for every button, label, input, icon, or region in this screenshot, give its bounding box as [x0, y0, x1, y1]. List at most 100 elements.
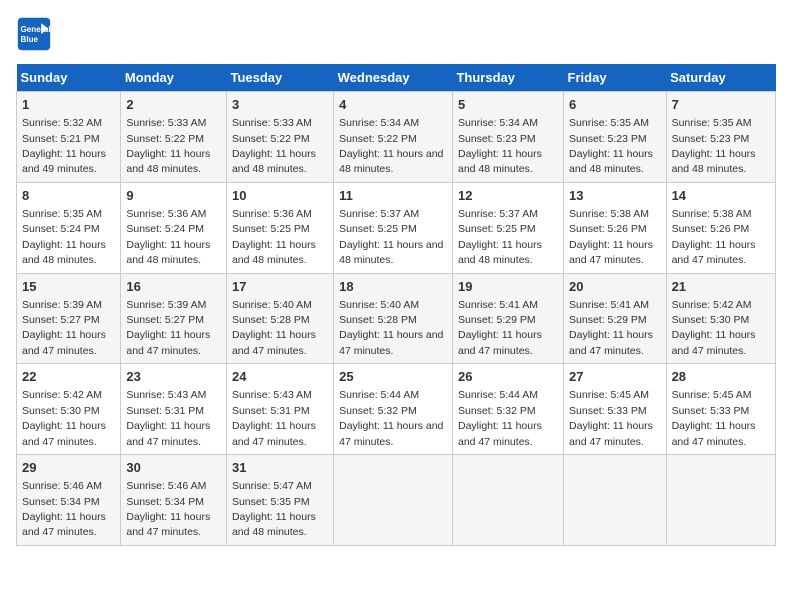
- calendar-cell: 4 Sunrise: 5:34 AM Sunset: 5:22 PM Dayli…: [334, 92, 453, 183]
- sunrise-info: Sunrise: 5:42 AM: [22, 389, 102, 401]
- sunrise-info: Sunrise: 5:39 AM: [126, 299, 206, 311]
- day-number: 16: [126, 278, 221, 296]
- day-number: 23: [126, 368, 221, 386]
- sunrise-info: Sunrise: 5:45 AM: [672, 389, 752, 401]
- calendar-cell: 12 Sunrise: 5:37 AM Sunset: 5:25 PM Dayl…: [452, 182, 563, 273]
- calendar-cell: 8 Sunrise: 5:35 AM Sunset: 5:24 PM Dayli…: [17, 182, 121, 273]
- sunset-info: Sunset: 5:28 PM: [339, 314, 417, 326]
- daylight-info: Daylight: 11 hours and 48 minutes.: [339, 148, 443, 175]
- col-header-tuesday: Tuesday: [226, 64, 333, 92]
- calendar-week-3: 15 Sunrise: 5:39 AM Sunset: 5:27 PM Dayl…: [17, 273, 776, 364]
- day-number: 17: [232, 278, 328, 296]
- sunrise-info: Sunrise: 5:46 AM: [126, 480, 206, 492]
- daylight-info: Daylight: 11 hours and 47 minutes.: [458, 329, 542, 356]
- sunrise-info: Sunrise: 5:43 AM: [232, 389, 312, 401]
- sunrise-info: Sunrise: 5:47 AM: [232, 480, 312, 492]
- calendar-cell: 10 Sunrise: 5:36 AM Sunset: 5:25 PM Dayl…: [226, 182, 333, 273]
- calendar-cell: 28 Sunrise: 5:45 AM Sunset: 5:33 PM Dayl…: [666, 364, 775, 455]
- sunrise-info: Sunrise: 5:44 AM: [458, 389, 538, 401]
- page-header: General Blue: [16, 16, 776, 52]
- daylight-info: Daylight: 11 hours and 48 minutes.: [672, 148, 756, 175]
- sunrise-info: Sunrise: 5:36 AM: [126, 208, 206, 220]
- sunset-info: Sunset: 5:33 PM: [672, 405, 750, 417]
- day-number: 7: [672, 96, 770, 114]
- day-number: 25: [339, 368, 447, 386]
- logo: General Blue: [16, 16, 58, 52]
- daylight-info: Daylight: 11 hours and 47 minutes.: [22, 420, 106, 447]
- calendar-cell: 1 Sunrise: 5:32 AM Sunset: 5:21 PM Dayli…: [17, 92, 121, 183]
- sunset-info: Sunset: 5:23 PM: [458, 133, 536, 145]
- daylight-info: Daylight: 11 hours and 48 minutes.: [126, 148, 210, 175]
- sunrise-info: Sunrise: 5:33 AM: [232, 117, 312, 129]
- sunset-info: Sunset: 5:30 PM: [672, 314, 750, 326]
- daylight-info: Daylight: 11 hours and 48 minutes.: [458, 148, 542, 175]
- day-number: 19: [458, 278, 558, 296]
- logo-icon: General Blue: [16, 16, 52, 52]
- sunrise-info: Sunrise: 5:39 AM: [22, 299, 102, 311]
- day-number: 18: [339, 278, 447, 296]
- calendar-cell: 30 Sunrise: 5:46 AM Sunset: 5:34 PM Dayl…: [121, 455, 227, 546]
- sunrise-info: Sunrise: 5:45 AM: [569, 389, 649, 401]
- calendar-cell: 5 Sunrise: 5:34 AM Sunset: 5:23 PM Dayli…: [452, 92, 563, 183]
- daylight-info: Daylight: 11 hours and 48 minutes.: [22, 239, 106, 266]
- sunset-info: Sunset: 5:21 PM: [22, 133, 100, 145]
- calendar-cell: 31 Sunrise: 5:47 AM Sunset: 5:35 PM Dayl…: [226, 455, 333, 546]
- sunrise-info: Sunrise: 5:42 AM: [672, 299, 752, 311]
- day-number: 2: [126, 96, 221, 114]
- sunset-info: Sunset: 5:22 PM: [126, 133, 204, 145]
- col-header-sunday: Sunday: [17, 64, 121, 92]
- sunrise-info: Sunrise: 5:32 AM: [22, 117, 102, 129]
- col-header-wednesday: Wednesday: [334, 64, 453, 92]
- sunset-info: Sunset: 5:34 PM: [22, 496, 100, 508]
- sunset-info: Sunset: 5:32 PM: [339, 405, 417, 417]
- sunrise-info: Sunrise: 5:41 AM: [458, 299, 538, 311]
- daylight-info: Daylight: 11 hours and 48 minutes.: [458, 239, 542, 266]
- sunset-info: Sunset: 5:24 PM: [22, 223, 100, 235]
- sunset-info: Sunset: 5:31 PM: [232, 405, 310, 417]
- sunrise-info: Sunrise: 5:35 AM: [22, 208, 102, 220]
- day-number: 29: [22, 459, 115, 477]
- daylight-info: Daylight: 11 hours and 47 minutes.: [672, 420, 756, 447]
- sunset-info: Sunset: 5:26 PM: [672, 223, 750, 235]
- sunrise-info: Sunrise: 5:37 AM: [458, 208, 538, 220]
- calendar-cell: [334, 455, 453, 546]
- calendar-cell: 16 Sunrise: 5:39 AM Sunset: 5:27 PM Dayl…: [121, 273, 227, 364]
- calendar-cell: 6 Sunrise: 5:35 AM Sunset: 5:23 PM Dayli…: [564, 92, 667, 183]
- daylight-info: Daylight: 11 hours and 47 minutes.: [126, 329, 210, 356]
- sunset-info: Sunset: 5:29 PM: [569, 314, 647, 326]
- calendar-cell: 13 Sunrise: 5:38 AM Sunset: 5:26 PM Dayl…: [564, 182, 667, 273]
- col-header-saturday: Saturday: [666, 64, 775, 92]
- sunrise-info: Sunrise: 5:43 AM: [126, 389, 206, 401]
- calendar-cell: 27 Sunrise: 5:45 AM Sunset: 5:33 PM Dayl…: [564, 364, 667, 455]
- sunrise-info: Sunrise: 5:40 AM: [232, 299, 312, 311]
- calendar-cell: [666, 455, 775, 546]
- calendar-cell: 24 Sunrise: 5:43 AM Sunset: 5:31 PM Dayl…: [226, 364, 333, 455]
- daylight-info: Daylight: 11 hours and 48 minutes.: [232, 511, 316, 538]
- daylight-info: Daylight: 11 hours and 47 minutes.: [126, 420, 210, 447]
- day-number: 27: [569, 368, 661, 386]
- calendar-cell: 29 Sunrise: 5:46 AM Sunset: 5:34 PM Dayl…: [17, 455, 121, 546]
- col-header-monday: Monday: [121, 64, 227, 92]
- sunset-info: Sunset: 5:22 PM: [232, 133, 310, 145]
- calendar-cell: 7 Sunrise: 5:35 AM Sunset: 5:23 PM Dayli…: [666, 92, 775, 183]
- daylight-info: Daylight: 11 hours and 47 minutes.: [232, 329, 316, 356]
- day-number: 22: [22, 368, 115, 386]
- sunrise-info: Sunrise: 5:46 AM: [22, 480, 102, 492]
- calendar-cell: 23 Sunrise: 5:43 AM Sunset: 5:31 PM Dayl…: [121, 364, 227, 455]
- day-number: 20: [569, 278, 661, 296]
- calendar-cell: 14 Sunrise: 5:38 AM Sunset: 5:26 PM Dayl…: [666, 182, 775, 273]
- sunrise-info: Sunrise: 5:37 AM: [339, 208, 419, 220]
- day-number: 1: [22, 96, 115, 114]
- sunset-info: Sunset: 5:30 PM: [22, 405, 100, 417]
- sunrise-info: Sunrise: 5:33 AM: [126, 117, 206, 129]
- sunrise-info: Sunrise: 5:34 AM: [339, 117, 419, 129]
- calendar-week-5: 29 Sunrise: 5:46 AM Sunset: 5:34 PM Dayl…: [17, 455, 776, 546]
- daylight-info: Daylight: 11 hours and 48 minutes.: [126, 239, 210, 266]
- day-number: 3: [232, 96, 328, 114]
- day-number: 11: [339, 187, 447, 205]
- day-number: 28: [672, 368, 770, 386]
- daylight-info: Daylight: 11 hours and 47 minutes.: [672, 329, 756, 356]
- day-number: 5: [458, 96, 558, 114]
- calendar-cell: 21 Sunrise: 5:42 AM Sunset: 5:30 PM Dayl…: [666, 273, 775, 364]
- day-number: 21: [672, 278, 770, 296]
